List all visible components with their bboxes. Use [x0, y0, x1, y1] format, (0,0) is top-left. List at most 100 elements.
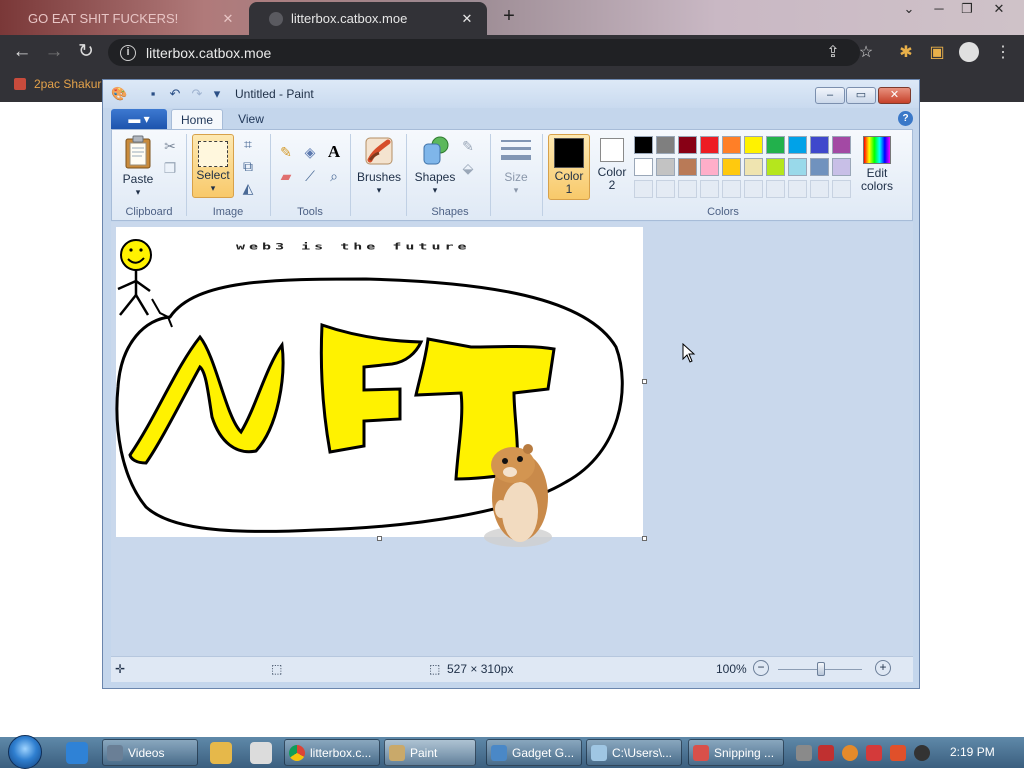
custom-color-slot[interactable] [766, 180, 785, 198]
text-icon[interactable]: A [324, 142, 344, 162]
site-info-icon[interactable]: i [120, 44, 136, 61]
tab-home[interactable]: Home [171, 109, 223, 129]
zoom-in-button[interactable]: + [875, 660, 891, 676]
share-icon[interactable]: ⇪ [822, 42, 844, 64]
media-player-icon[interactable] [210, 742, 232, 764]
custom-color-slot[interactable] [788, 180, 807, 198]
tray-icon[interactable] [796, 745, 812, 761]
cut-icon[interactable]: ✂ [160, 136, 180, 156]
fill-icon[interactable]: ◈ [300, 142, 320, 162]
palette-swatch[interactable] [656, 136, 675, 154]
palette-swatch[interactable] [722, 136, 741, 154]
taskbar-item-gadget[interactable]: Gadget G... [486, 739, 582, 766]
paint-app-icon[interactable]: 🎨 [111, 86, 127, 102]
back-icon[interactable]: ← [10, 41, 34, 65]
taskbar-item-videos[interactable]: Videos [102, 739, 198, 766]
palette-swatch[interactable] [744, 136, 763, 154]
copy-icon[interactable]: ❐ [160, 158, 180, 178]
sidepanel-icon[interactable]: ▣ [926, 42, 948, 64]
palette-swatch[interactable] [832, 136, 851, 154]
tray-icon[interactable] [890, 745, 906, 761]
palette-swatch[interactable] [766, 158, 785, 176]
minimize-icon[interactable]: ─ [924, 0, 954, 20]
calculator-icon[interactable] [250, 742, 272, 764]
palette-swatch[interactable] [744, 158, 763, 176]
help-icon[interactable]: ? [898, 111, 913, 126]
close-icon[interactable]: ✕ [878, 87, 911, 104]
color2-button[interactable]: Color 2 [592, 134, 632, 192]
paste-button[interactable]: Paste ▾ [118, 134, 158, 199]
tray-icon[interactable] [818, 745, 834, 761]
browser-tab-2[interactable]: litterbox.catbox.moe ✕ [249, 2, 487, 35]
resize-handle-corner[interactable] [642, 536, 647, 541]
custom-color-slot[interactable] [656, 180, 675, 198]
save-icon[interactable]: ▪ [145, 86, 161, 102]
rotate-icon[interactable]: ◭ [238, 178, 258, 198]
bookmark-item[interactable]: 2pac Shakur [14, 77, 101, 91]
maximize-icon[interactable]: ▭ [846, 87, 876, 104]
star-icon[interactable]: ☆ [855, 42, 877, 64]
custom-color-slot[interactable] [634, 180, 653, 198]
file-menu-button[interactable]: ▬ ▾ [111, 109, 167, 129]
edit-colors-button[interactable]: Edit colors [856, 134, 898, 193]
resize-handle-right[interactable] [642, 379, 647, 384]
magnifier-icon[interactable]: ⌕ [324, 166, 344, 186]
fill-shape-icon[interactable]: ⬙ [458, 158, 478, 178]
eraser-icon[interactable]: ▰ [276, 166, 296, 186]
drawing-canvas[interactable]: web3 is the future [115, 227, 647, 547]
color1-button[interactable]: Color 1 [548, 134, 590, 200]
palette-swatch[interactable] [656, 158, 675, 176]
palette-swatch[interactable] [678, 136, 697, 154]
zoom-slider-thumb[interactable] [817, 662, 825, 676]
forward-icon[interactable]: → [42, 41, 66, 65]
palette-swatch[interactable] [788, 158, 807, 176]
redo-icon[interactable]: ↷ [189, 86, 205, 102]
palette-swatch[interactable] [634, 136, 653, 154]
start-button[interactable] [8, 735, 42, 769]
outline-icon[interactable]: ✎ [458, 136, 478, 156]
palette-swatch[interactable] [810, 158, 829, 176]
custom-color-slot[interactable] [678, 180, 697, 198]
resize-icon[interactable]: ⧉ [238, 156, 258, 176]
taskbar-item-chrome[interactable]: litterbox.c... [284, 739, 380, 766]
tab-view[interactable]: View [229, 109, 273, 129]
crop-icon[interactable]: ⌗ [238, 134, 258, 154]
volume-icon[interactable] [914, 745, 930, 761]
restore-icon[interactable]: ❐ [952, 0, 982, 20]
address-bar[interactable]: i litterbox.catbox.moe [108, 39, 860, 66]
custom-color-slot[interactable] [744, 180, 763, 198]
custom-color-slot[interactable] [722, 180, 741, 198]
palette-swatch[interactable] [810, 136, 829, 154]
palette-swatch[interactable] [788, 136, 807, 154]
shapes-button[interactable]: Shapes ▾ [412, 134, 458, 197]
palette-swatch[interactable] [634, 158, 653, 176]
reload-icon[interactable]: ↻ [74, 41, 98, 65]
resize-handle-bottom[interactable] [377, 536, 382, 541]
custom-color-slot[interactable] [700, 180, 719, 198]
palette-swatch[interactable] [832, 158, 851, 176]
menu-icon[interactable]: ⋮ [992, 42, 1014, 64]
tab-search-icon[interactable]: ⌄ [894, 0, 924, 20]
close-tab-icon[interactable]: ✕ [459, 11, 475, 27]
extensions-icon[interactable]: ✱ [895, 42, 917, 64]
clock[interactable]: 2:19 PM [950, 745, 995, 759]
tray-icon[interactable] [842, 745, 858, 761]
palette-swatch[interactable] [722, 158, 741, 176]
size-button[interactable]: Size ▾ [496, 134, 536, 197]
custom-color-slot[interactable] [832, 180, 851, 198]
taskbar-item-snipping[interactable]: Snipping ... [688, 739, 784, 766]
palette-swatch[interactable] [678, 158, 697, 176]
minimize-icon[interactable]: – [815, 87, 845, 104]
close-tab-icon[interactable]: ✕ [220, 11, 236, 27]
flag-icon[interactable] [866, 745, 882, 761]
zoom-out-button[interactable]: − [753, 660, 769, 676]
new-tab-icon[interactable]: + [498, 6, 520, 28]
palette-swatch[interactable] [700, 136, 719, 154]
brushes-button[interactable]: Brushes ▾ [356, 134, 402, 197]
pencil-icon[interactable]: ✎ [276, 142, 296, 162]
taskbar-item-paint[interactable]: Paint [384, 739, 476, 766]
undo-icon[interactable]: ↶ [167, 86, 183, 102]
profile-icon[interactable] [958, 42, 980, 64]
color-picker-icon[interactable]: ⟋ [300, 166, 320, 186]
palette-swatch[interactable] [700, 158, 719, 176]
